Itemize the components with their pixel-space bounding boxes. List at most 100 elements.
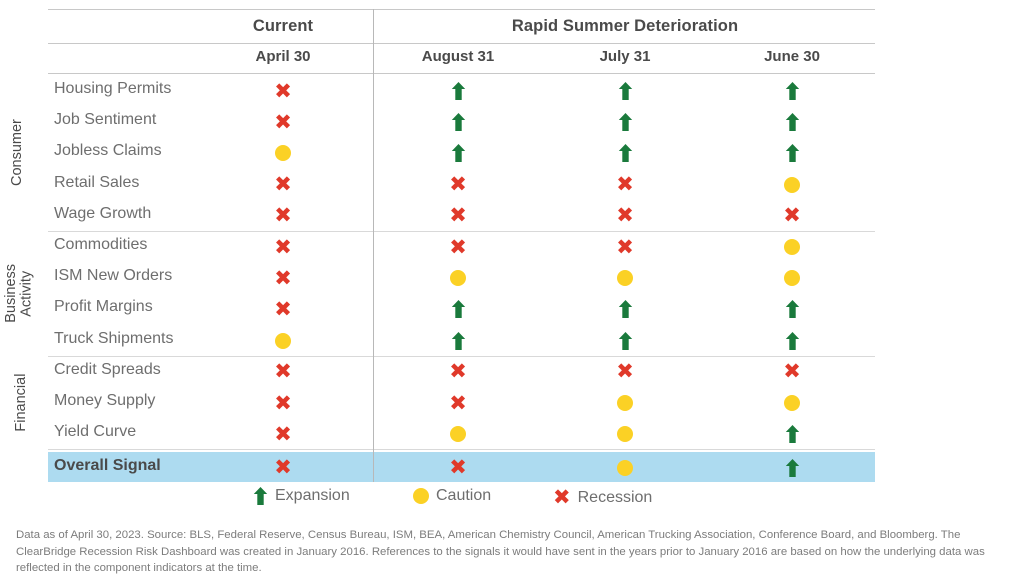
- caution-icon: [784, 176, 800, 193]
- indicator-label: ISM New Orders: [54, 267, 173, 285]
- legend-item-caution: Caution: [413, 487, 491, 505]
- table-rule: [48, 43, 875, 44]
- indicator-cell: [772, 300, 812, 319]
- indicator-cell: [438, 82, 478, 100]
- indicator-cell: [605, 300, 645, 319]
- indicator-cell: ✖: [605, 172, 645, 197]
- recession-icon: ✖: [274, 203, 292, 228]
- indicator-cell: ✖: [263, 265, 303, 290]
- indicator-cell: ✖: [438, 390, 478, 415]
- indicator-cell: ✖: [263, 421, 303, 446]
- indicator-cell: ✖: [438, 361, 478, 382]
- recession-icon: ✖: [274, 390, 292, 415]
- indicator-cell: ✖: [263, 172, 303, 197]
- caution-icon: [617, 459, 633, 476]
- caution-icon: [617, 426, 633, 443]
- indicator-cell: [605, 331, 645, 350]
- indicator-cell: ✖: [263, 203, 303, 228]
- indicator-cell: [263, 332, 303, 350]
- expansion-icon: [785, 113, 800, 132]
- legend: Expansion Caution ✖ Recession: [48, 485, 875, 513]
- indicator-cell: [772, 394, 812, 412]
- indicator-cell: [772, 269, 812, 287]
- recession-icon: ✖: [274, 421, 292, 446]
- indicator-cell: [605, 394, 645, 412]
- indicator-cell: [772, 144, 812, 163]
- header-date-august-31: August 31: [421, 48, 495, 65]
- indicator-label: Job Sentiment: [54, 111, 157, 129]
- recession-icon: ✖: [783, 359, 801, 384]
- overall-signal-cell: [605, 459, 645, 477]
- indicator-cell: ✖: [263, 359, 303, 384]
- overall-signal-label: Overall Signal: [54, 456, 161, 474]
- expansion-icon: [253, 487, 268, 505]
- caution-icon: [617, 395, 633, 411]
- indicator-cell: [772, 425, 812, 444]
- indicator-cell: [605, 425, 645, 443]
- table-rule: [48, 73, 875, 74]
- indicator-label: Credit Spreads: [54, 360, 161, 378]
- indicator-cell: [605, 144, 645, 163]
- caution-icon: [275, 145, 291, 162]
- recession-icon: ✖: [449, 390, 467, 415]
- category-label-business-activity: Business Activity: [3, 263, 35, 323]
- overall-signal-cell: ✖: [438, 455, 478, 480]
- recession-icon: ✖: [553, 485, 571, 509]
- recession-icon: ✖: [274, 78, 292, 103]
- indicator-cell: [438, 331, 478, 350]
- recession-icon: ✖: [449, 234, 467, 259]
- caution-icon: [784, 270, 800, 287]
- expansion-icon: [785, 458, 800, 477]
- indicator-cell: [772, 176, 812, 194]
- caution-icon: [275, 332, 291, 349]
- recession-icon: ✖: [616, 203, 634, 228]
- legend-label: Expansion: [275, 487, 350, 504]
- indicator-cell: [772, 82, 812, 100]
- table-rule: [48, 231, 875, 232]
- recession-icon: ✖: [616, 359, 634, 384]
- recession-icon: ✖: [274, 265, 292, 290]
- expansion-icon: [618, 113, 633, 132]
- expansion-icon: [785, 82, 800, 100]
- indicator-cell: ✖: [263, 111, 303, 132]
- recession-icon: ✖: [616, 172, 634, 197]
- indicator-cell: ✖: [263, 234, 303, 259]
- indicator-cell: [438, 269, 478, 287]
- indicator-cell: ✖: [263, 298, 303, 319]
- expansion-icon: [618, 331, 633, 350]
- table-rule: [48, 355, 875, 357]
- indicator-label: Housing Permits: [54, 80, 172, 97]
- indicator-cell: ✖: [772, 359, 812, 384]
- expansion-icon: [785, 300, 800, 319]
- caution-icon: [617, 270, 633, 287]
- recession-icon: ✖: [274, 172, 292, 197]
- indicator-cell: [438, 113, 478, 132]
- indicator-label: Jobless Claims: [54, 142, 162, 160]
- recession-icon: ✖: [449, 455, 467, 480]
- indicator-cell: ✖: [438, 203, 478, 228]
- indicator-cell: ✖: [605, 234, 645, 259]
- indicator-cell: [263, 144, 303, 162]
- legend-item-recession: ✖ Recession: [553, 487, 652, 508]
- recession-icon: ✖: [274, 234, 292, 259]
- indicator-cell: [772, 331, 812, 350]
- expansion-icon: [451, 144, 466, 163]
- indicator-cell: ✖: [605, 359, 645, 384]
- recession-icon: ✖: [783, 203, 801, 228]
- expansion-icon: [451, 113, 466, 132]
- header-group-rapid-summer-deterioration: Rapid Summer Deterioration: [511, 17, 739, 35]
- indicator-cell: [438, 425, 478, 443]
- expansion-icon: [618, 82, 633, 100]
- indicator-cell: [605, 82, 645, 100]
- recession-icon: ✖: [449, 203, 467, 228]
- indicator-cell: [772, 113, 812, 132]
- indicator-cell: [605, 269, 645, 287]
- expansion-icon: [618, 300, 633, 319]
- recession-icon: ✖: [274, 359, 292, 384]
- indicator-cell: ✖: [263, 390, 303, 415]
- indicator-cell: [438, 300, 478, 319]
- indicator-cell: ✖: [438, 234, 478, 259]
- category-label-consumer: Consumer: [9, 119, 25, 187]
- recession-icon: ✖: [616, 234, 634, 259]
- expansion-icon: [451, 331, 466, 350]
